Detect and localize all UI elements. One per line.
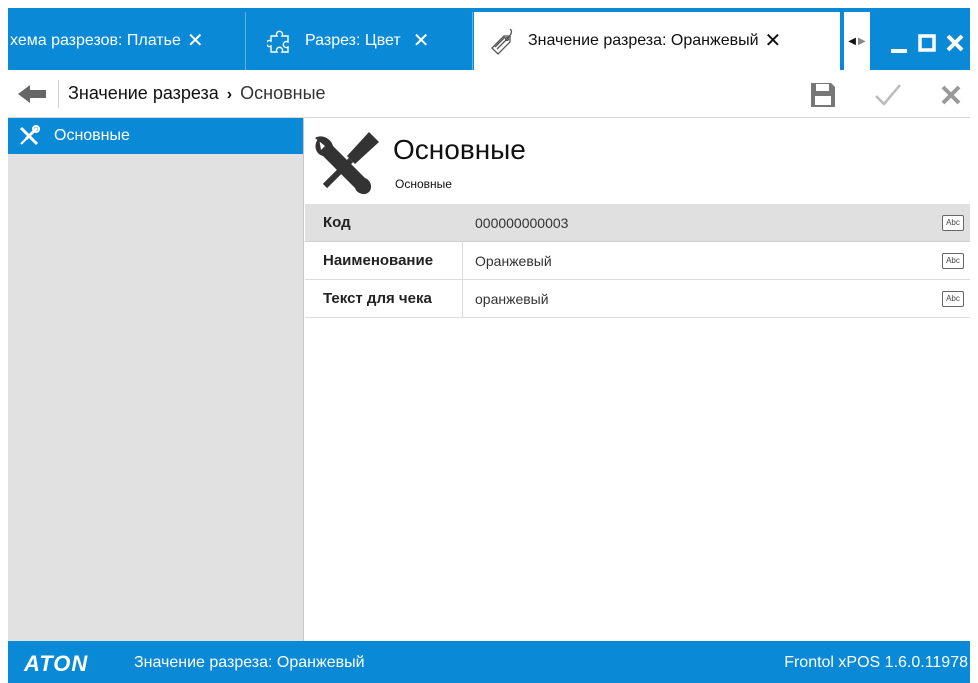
tab-cut-value[interactable]: Значение разреза: Оранжевый ✕ (474, 12, 840, 70)
field-label: Текст для чека (305, 280, 463, 317)
field-label: Код (323, 214, 351, 231)
minimize-button[interactable] (886, 28, 912, 58)
tab-label: хема разрезов: Платье (10, 32, 181, 49)
field-row-name[interactable]: Наименование Оранжевый Abc (305, 242, 970, 280)
tab-label: Значение разреза: Оранжевый (528, 32, 759, 49)
close-icon (941, 85, 961, 105)
puzzle-icon (267, 27, 295, 55)
tab-bar: хема разрезов: Платье ✕ Разрез: Цвет ✕ З… (8, 8, 970, 70)
toolbar: Значение разреза › Основные (8, 70, 970, 118)
tab-close-icon[interactable]: ✕ (413, 31, 430, 51)
field-value-name[interactable]: Оранжевый (463, 242, 942, 279)
tab-scroll-control[interactable]: ◀ ▶ (842, 12, 872, 70)
tag-icon (488, 26, 518, 56)
text-type-icon[interactable]: Abc (942, 290, 964, 307)
scroll-right-icon[interactable]: ▶ (858, 36, 866, 47)
section-subtitle: Основные (395, 177, 452, 191)
version-label: Frontol xPOS 1.6.0.11978 (784, 654, 968, 671)
toolbar-divider (58, 80, 59, 108)
ok-button[interactable] (873, 80, 903, 110)
tools-icon (311, 128, 383, 205)
main-content: Основные Основные Код 000000000003 Abc Н… (305, 118, 970, 641)
text-type-icon[interactable]: Abc (942, 252, 964, 269)
maximize-button[interactable] (914, 28, 940, 58)
section-title: Основные (393, 134, 526, 165)
floppy-icon (811, 83, 835, 107)
breadcrumb-current: Основные (240, 83, 326, 103)
checkmark-icon (875, 84, 901, 106)
tab-label: Разрез: Цвет (305, 32, 401, 49)
tab-close-icon[interactable]: ✕ (765, 31, 782, 51)
tab-cut-scheme[interactable]: хема разрезов: Платье ✕ (8, 12, 246, 70)
field-row-code[interactable]: Код 000000000003 Abc (305, 204, 970, 242)
back-button[interactable] (16, 82, 54, 106)
field-label: Наименование (305, 242, 463, 279)
field-value-receipt-text[interactable]: оранжевый (463, 280, 942, 317)
tab-cut-color[interactable]: Разрез: Цвет ✕ (247, 12, 473, 70)
sidebar: Основные (8, 118, 304, 641)
arrow-left-icon (18, 85, 46, 103)
sidebar-item-label: Основные (54, 127, 130, 144)
breadcrumb: Значение разреза › Основные (68, 83, 326, 104)
save-button[interactable] (808, 80, 838, 110)
breadcrumb-parent[interactable]: Значение разреза (68, 83, 219, 103)
close-window-button[interactable] (942, 28, 968, 58)
status-text: Значение разреза: Оранжевый (134, 654, 365, 671)
field-value-code[interactable]: 000000000003 (463, 204, 942, 241)
breadcrumb-separator: › (226, 86, 233, 103)
section-header: Основные Основные (305, 118, 970, 204)
field-row-receipt-text[interactable]: Текст для чека оранжевый Abc (305, 280, 970, 318)
aton-logo: ATON (24, 651, 89, 676)
tab-close-icon[interactable]: ✕ (187, 31, 204, 51)
app-window: хема разрезов: Платье ✕ Разрез: Цвет ✕ З… (8, 8, 970, 683)
scroll-left-icon[interactable]: ◀ (848, 36, 856, 47)
status-bar: ATON Значение разреза: Оранжевый Frontol… (8, 641, 970, 683)
cancel-button[interactable] (936, 80, 966, 110)
sidebar-item-main[interactable]: Основные (8, 118, 303, 154)
tools-icon (18, 125, 40, 147)
text-type-icon[interactable]: Abc (942, 214, 964, 231)
